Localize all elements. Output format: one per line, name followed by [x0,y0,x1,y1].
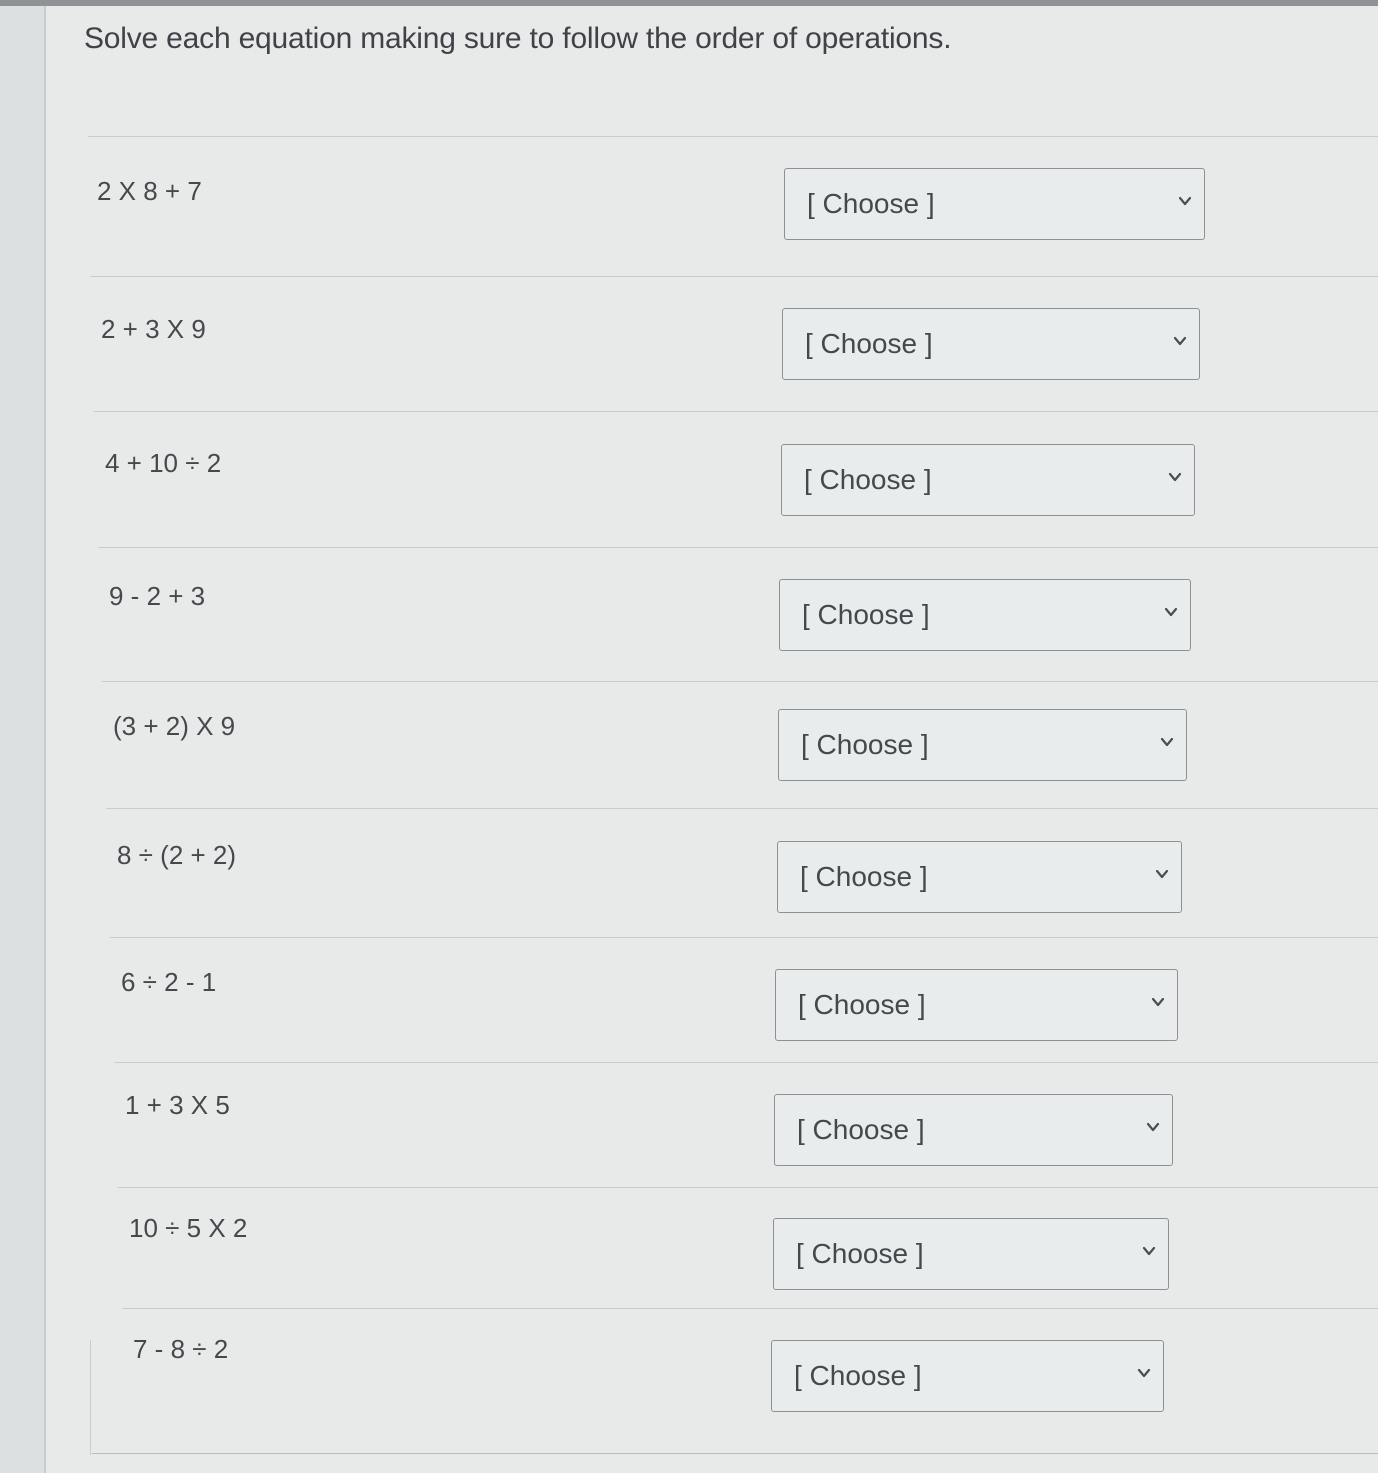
answer-dropdown[interactable]: [ Choose ] [773,1218,1169,1290]
dropdown-selected-value: [ Choose ] [796,1238,924,1269]
dropdown-selected-value: [ Choose ] [802,599,930,630]
answer-matching-list: 2 X 8 + 7 [ Choose ] 2 + 3 X 9 [ Choose ] 4 … [0,0,1378,1473]
dropdown-selected-value: [ Choose ] [794,1360,922,1391]
row-divider [110,937,1378,938]
chevron-down-icon [1168,470,1182,484]
answer-dropdown[interactable]: [ Choose ] [778,709,1187,781]
row-divider [88,136,1378,137]
chevron-down-icon [1151,995,1165,1009]
dropdown-selected-value: [ Choose ] [800,861,928,892]
equation-prompt: 2 + 3 X 9 [101,314,206,344]
equation-prompt: 1 + 3 X 5 [125,1090,230,1120]
answer-dropdown[interactable]: [ Choose ] [779,579,1191,651]
equation-prompt: 6 ÷ 2 - 1 [121,967,217,997]
answer-dropdown[interactable]: [ Choose ] [784,168,1205,240]
answer-dropdown[interactable]: [ Choose ] [781,444,1195,516]
chevron-down-icon [1160,735,1174,749]
chevron-down-icon [1142,1244,1156,1258]
chevron-down-icon [1173,334,1187,348]
chevron-down-icon [1137,1366,1151,1380]
panel-inner-border [90,1340,91,1455]
row-divider [118,1187,1378,1188]
chevron-down-icon [1164,605,1178,619]
dropdown-selected-value: [ Choose ] [805,328,933,359]
answer-dropdown[interactable]: [ Choose ] [771,1340,1164,1412]
answer-dropdown[interactable]: [ Choose ] [774,1094,1173,1166]
equation-prompt: 4 + 10 ÷ 2 [105,448,222,478]
equation-prompt: 2 X 8 + 7 [97,176,202,206]
row-divider [94,411,1378,412]
dropdown-selected-value: [ Choose ] [797,1114,925,1145]
dropdown-selected-value: [ Choose ] [801,729,929,760]
answer-dropdown[interactable]: [ Choose ] [777,841,1182,913]
equation-prompt: 9 - 2 + 3 [109,581,206,611]
equation-prompt: 7 - 8 ÷ 2 [133,1334,229,1364]
row-divider [98,547,1378,548]
row-divider [122,1308,1378,1309]
answer-dropdown[interactable]: [ Choose ] [782,308,1200,380]
answer-dropdown[interactable]: [ Choose ] [775,969,1178,1041]
panel-bottom-border [92,1453,1378,1454]
chevron-down-icon [1146,1120,1160,1134]
equation-prompt: 10 ÷ 5 X 2 [129,1213,248,1243]
equation-prompt: (3 + 2) X 9 [113,711,236,741]
chevron-down-icon [1178,194,1192,208]
dropdown-selected-value: [ Choose ] [804,464,932,495]
dropdown-selected-value: [ Choose ] [798,989,926,1020]
row-divider [102,681,1378,682]
row-divider [90,276,1378,277]
row-divider [106,808,1378,809]
dropdown-selected-value: [ Choose ] [807,188,935,219]
equation-prompt: 8 ÷ (2 + 2) [117,840,237,870]
chevron-down-icon [1155,867,1169,881]
row-divider [114,1062,1378,1063]
